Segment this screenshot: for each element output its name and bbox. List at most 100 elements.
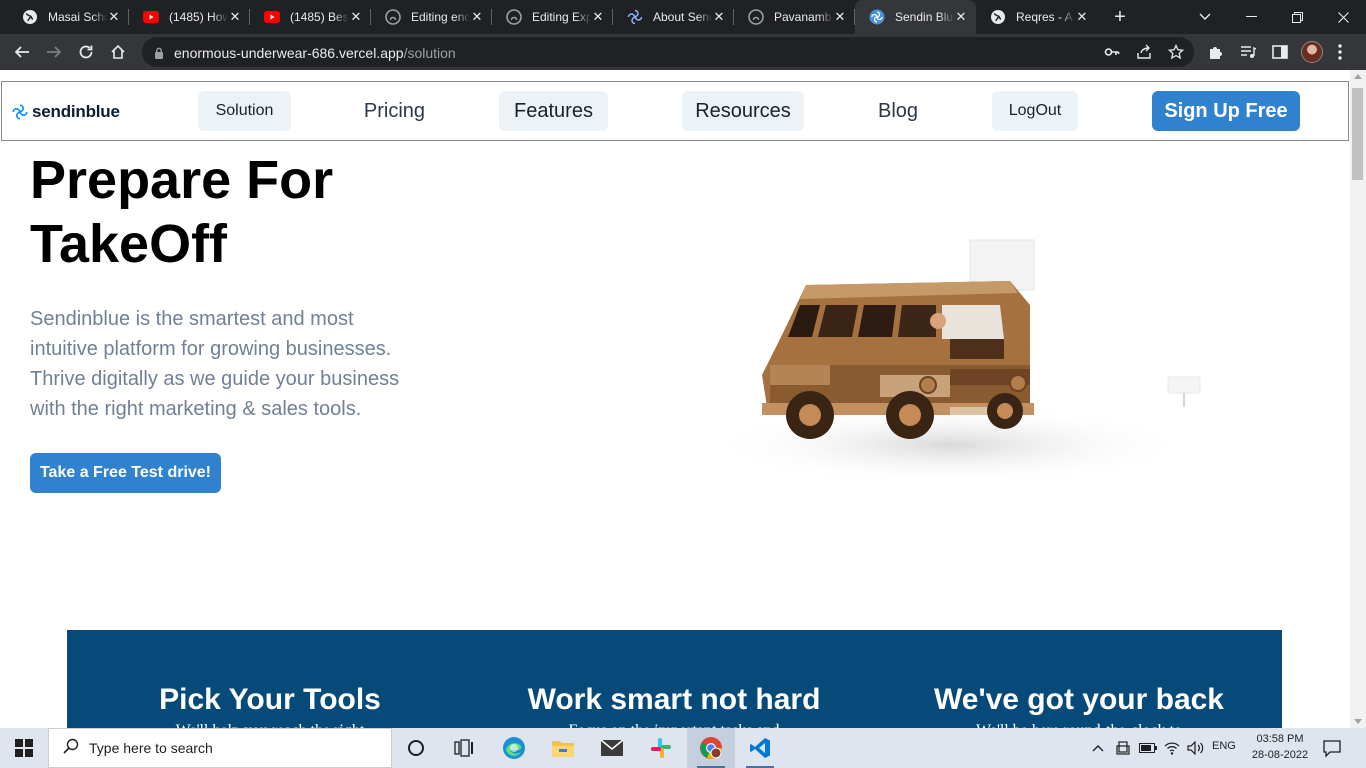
tab-close-icon[interactable]: ✕	[228, 9, 242, 25]
globe-icon	[990, 9, 1006, 25]
sendinblue-logo[interactable]: sendinblue	[12, 102, 120, 122]
bookmark-star-icon[interactable]	[1167, 43, 1185, 60]
free-test-drive-button[interactable]: Take a Free Test drive!	[30, 453, 221, 493]
minimize-button[interactable]	[1228, 0, 1274, 34]
scroll-down-arrow-icon[interactable]	[1354, 719, 1362, 724]
clock-time: 03:58 PM	[1256, 733, 1304, 745]
side-panel-icon[interactable]	[1271, 43, 1289, 61]
nav-solution-button[interactable]: Solution	[198, 91, 291, 131]
notification-center-icon[interactable]	[1322, 738, 1342, 758]
file-explorer-icon[interactable]	[539, 728, 587, 768]
page-scrollbar[interactable]	[1350, 70, 1366, 728]
tab-title: Editing enormous	[411, 10, 470, 24]
feature-text: Focus on the important tasks and	[494, 720, 854, 728]
address-bar[interactable]: enormous-underwear-686.vercel.app/soluti…	[142, 37, 1194, 67]
slack-icon[interactable]	[637, 728, 685, 768]
tab-close-icon[interactable]: ✕	[349, 9, 363, 25]
feature-title: We've got your back	[934, 683, 1224, 716]
github-icon	[385, 9, 401, 25]
cortana-icon[interactable]	[392, 728, 440, 768]
volume-icon[interactable]	[1186, 740, 1206, 756]
tab-title: Editing Exp	[532, 10, 591, 24]
feature-column: We've got your back We'll be here round-…	[899, 682, 1259, 728]
youtube-icon	[264, 9, 280, 25]
reload-icon[interactable]	[74, 40, 98, 64]
nav-resources-button[interactable]: Resources	[682, 91, 804, 131]
nav-pricing-link[interactable]: Pricing	[342, 91, 447, 131]
features-band: Pick Your Tools We'll help you reach the…	[67, 630, 1282, 728]
browser-tab[interactable]: About Sendinblue ✕	[613, 0, 734, 34]
tab-close-icon[interactable]: ✕	[107, 9, 121, 25]
browser-toolbar: enormous-underwear-686.vercel.app/soluti…	[0, 34, 1366, 70]
url-text[interactable]: enormous-underwear-686.vercel.app/soluti…	[174, 45, 456, 61]
extensions-puzzle-icon[interactable]	[1207, 43, 1225, 61]
mail-icon[interactable]	[588, 728, 636, 768]
browser-tab-active[interactable]: Sendin Blue ✕	[855, 0, 976, 34]
browser-tab[interactable]: Masai School ✕	[8, 0, 129, 34]
browser-tab[interactable]: (1485) Best ✕	[250, 0, 371, 34]
lock-icon[interactable]	[154, 46, 164, 64]
tab-close-icon[interactable]: ✕	[954, 9, 968, 25]
feature-title: Work smart not hard	[527, 683, 821, 716]
nav-blog-link[interactable]: Blog	[858, 91, 938, 131]
battery-icon[interactable]	[1138, 740, 1158, 756]
windows-taskbar: Type here to search ENG 03:58 PM 28-08-2…	[0, 728, 1366, 768]
taskbar-search-box[interactable]: Type here to search	[48, 728, 392, 768]
tab-search-chevron-icon[interactable]	[1182, 0, 1228, 34]
media-playlist-icon[interactable]	[1239, 43, 1257, 61]
logo-text: sendinblue	[32, 102, 120, 121]
browser-tab[interactable]: Reqres - A ✕	[976, 0, 1097, 34]
wifi-icon[interactable]	[1162, 740, 1182, 756]
tab-close-icon[interactable]: ✕	[833, 9, 847, 25]
key-icon[interactable]	[1104, 44, 1120, 60]
browser-tab[interactable]: Pavanamb ✕	[734, 0, 855, 34]
windows-start-icon[interactable]	[0, 728, 48, 768]
home-icon[interactable]	[106, 40, 130, 64]
globe-icon	[22, 9, 38, 25]
device-icon[interactable]	[1114, 740, 1132, 756]
tab-title: Pavanamb	[774, 10, 832, 24]
tab-title: Sendin Blue	[895, 10, 954, 24]
feature-column: Work smart not hard Focus on the importa…	[494, 682, 854, 728]
youtube-icon	[143, 9, 159, 25]
tab-title: Masai School	[48, 10, 107, 24]
browser-tab[interactable]: (1485) How ✕	[129, 0, 250, 34]
input-language[interactable]: ENG	[1212, 740, 1236, 752]
logout-button[interactable]: LogOut	[992, 91, 1078, 131]
browser-tab[interactable]: Editing Exp ✕	[492, 0, 613, 34]
hero-title-line-1: Prepare For	[30, 150, 334, 210]
back-arrow-icon[interactable]	[10, 40, 34, 64]
search-icon	[63, 738, 79, 759]
share-icon[interactable]	[1136, 44, 1152, 60]
tab-close-icon[interactable]: ✕	[712, 9, 726, 25]
edge-browser-icon[interactable]	[490, 728, 538, 768]
chrome-icon[interactable]	[687, 728, 735, 768]
scroll-up-arrow-icon[interactable]	[1354, 74, 1362, 79]
search-placeholder: Type here to search	[89, 740, 213, 756]
close-window-button[interactable]	[1320, 0, 1366, 34]
sign-up-free-button[interactable]: Sign Up Free	[1152, 91, 1300, 131]
feature-column: Pick Your Tools We'll help you reach the…	[90, 682, 450, 728]
restore-button[interactable]	[1274, 0, 1320, 34]
new-tab-button[interactable]: +	[1108, 5, 1132, 29]
scrollbar-thumb[interactable]	[1352, 88, 1363, 180]
tab-close-icon[interactable]: ✕	[470, 9, 484, 25]
forward-arrow-icon[interactable]	[42, 40, 66, 64]
show-hidden-icons-chevron[interactable]	[1090, 740, 1106, 756]
vscode-icon[interactable]	[736, 728, 784, 768]
tab-close-icon[interactable]: ✕	[1075, 9, 1089, 25]
hero-description: Sendinblue is the smartest and most intu…	[30, 308, 400, 420]
more-menu-icon[interactable]	[1338, 44, 1342, 60]
feature-text: We'll help you reach the right	[90, 720, 450, 728]
tab-title: About Sendinblue	[653, 10, 712, 24]
task-view-icon[interactable]	[440, 728, 488, 768]
taskbar-clock[interactable]: 03:58 PM 28-08-2022	[1244, 731, 1316, 763]
nav-features-button[interactable]: Features	[499, 91, 608, 131]
tab-close-icon[interactable]: ✕	[591, 9, 605, 25]
url-path: /solution	[403, 45, 456, 61]
browser-tab-strip: Masai School ✕ (1485) How ✕ (1485) Best …	[0, 0, 1366, 34]
url-host: enormous-underwear-686.vercel.app	[174, 45, 404, 61]
tab-title: (1485) Best	[290, 10, 349, 24]
browser-tab[interactable]: Editing enormous ✕	[371, 0, 492, 34]
profile-avatar[interactable]	[1301, 41, 1323, 63]
